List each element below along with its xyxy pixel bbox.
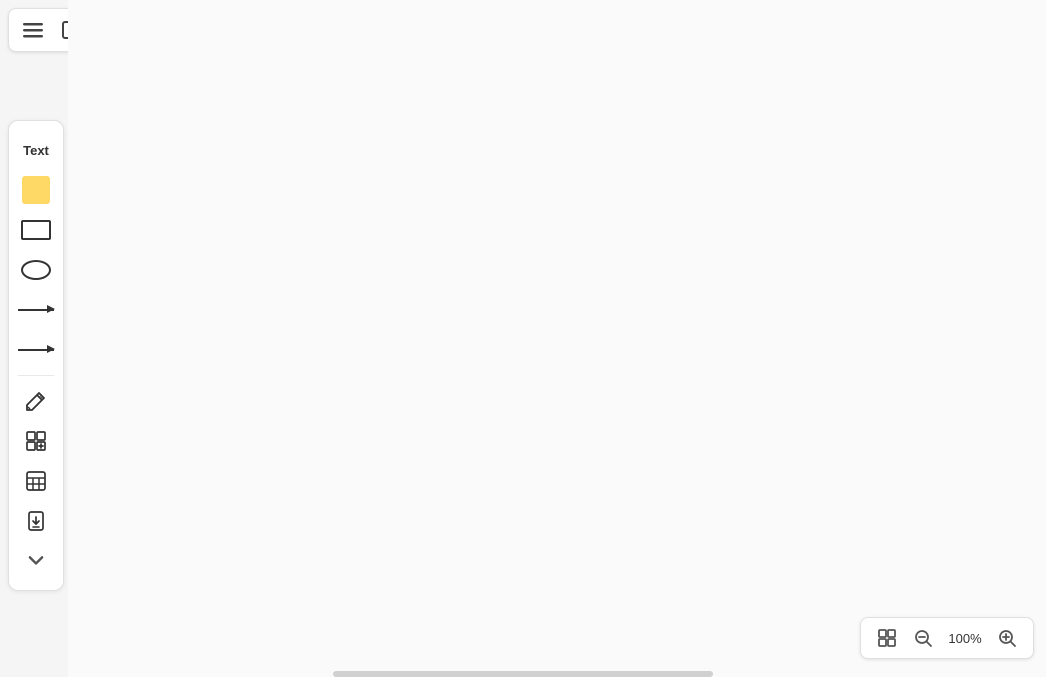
import-icon <box>25 510 47 532</box>
zoom-level: 100% <box>945 631 985 646</box>
sidebar-item-ellipse[interactable] <box>14 251 58 289</box>
chevron-down-icon <box>25 550 47 572</box>
sidebar-item-rectangle[interactable] <box>14 211 58 249</box>
menu-button[interactable] <box>17 14 49 46</box>
sidebar-divider <box>18 375 54 376</box>
sidebar-item-more[interactable] <box>14 542 58 580</box>
zoom-out-button[interactable] <box>909 624 937 652</box>
pen-icon <box>25 390 47 412</box>
table-icon <box>25 470 47 492</box>
text-label: Text <box>23 143 49 158</box>
arrow-alt-shape <box>18 349 54 351</box>
zoom-in-icon <box>997 628 1017 648</box>
sidebar-item-pen[interactable] <box>14 382 58 420</box>
sidebar-item-sticky-note[interactable] <box>14 171 58 209</box>
rectangle-shape <box>21 220 51 240</box>
horizontal-scrollbar[interactable] <box>333 671 713 677</box>
sidebar-item-arrow[interactable] <box>14 291 58 329</box>
arrow-shape <box>18 309 54 311</box>
menu-icon <box>23 20 43 40</box>
sidebar: Text <box>8 120 64 591</box>
grid-add-icon <box>25 430 47 452</box>
canvas[interactable] <box>68 0 1046 677</box>
zoom-in-button[interactable] <box>993 624 1021 652</box>
sidebar-item-grid-add[interactable] <box>14 422 58 460</box>
sidebar-item-import[interactable] <box>14 502 58 540</box>
sidebar-item-arrow-alt[interactable] <box>14 331 58 369</box>
sticky-note-shape <box>22 176 50 204</box>
fit-page-icon <box>877 628 897 648</box>
sidebar-item-text[interactable]: Text <box>14 131 58 169</box>
zoom-out-icon <box>913 628 933 648</box>
fit-page-button[interactable] <box>873 624 901 652</box>
ellipse-shape <box>21 260 51 280</box>
sidebar-item-table[interactable] <box>14 462 58 500</box>
zoom-controls: 100% <box>860 617 1034 659</box>
